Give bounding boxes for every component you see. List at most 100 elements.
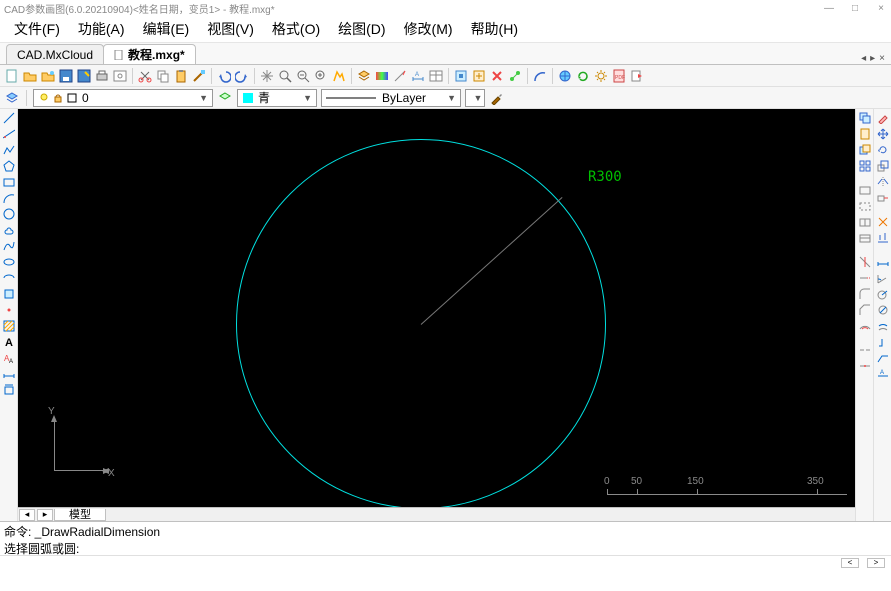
offset-icon[interactable]: [858, 319, 872, 333]
dim-aligned-icon[interactable]: [2, 383, 16, 397]
menu-draw[interactable]: 绘图(D): [330, 16, 393, 42]
copy-icon[interactable]: [155, 68, 171, 84]
rect4-icon[interactable]: [858, 231, 872, 245]
dim-dia-icon[interactable]: [876, 303, 890, 317]
hatch2-icon[interactable]: [2, 319, 16, 333]
menu-help[interactable]: 帮助(H): [463, 16, 526, 42]
insert-block-icon[interactable]: [2, 287, 16, 301]
cut-icon[interactable]: [137, 68, 153, 84]
dim-arc-icon[interactable]: [876, 319, 890, 333]
menu-file[interactable]: 文件(F): [6, 16, 68, 42]
break-icon[interactable]: [858, 343, 872, 357]
arc-icon[interactable]: [2, 191, 16, 205]
drawing-canvas[interactable]: R300 Y X 0 50 150 350: [18, 109, 855, 507]
join-icon[interactable]: [858, 359, 872, 373]
dim-rad-icon[interactable]: [876, 287, 890, 301]
menu-func[interactable]: 功能(A): [70, 16, 133, 42]
save-icon[interactable]: [58, 68, 74, 84]
block-icon[interactable]: [453, 68, 469, 84]
color-combo[interactable]: 青 ▼: [237, 89, 317, 107]
dim-edit-icon[interactable]: A: [876, 367, 890, 381]
stretch-icon[interactable]: [876, 191, 890, 205]
tab-cad-mxcloud[interactable]: CAD.MxCloud: [6, 44, 104, 64]
undo-icon[interactable]: [216, 68, 232, 84]
settings-icon[interactable]: [593, 68, 609, 84]
export-icon[interactable]: [629, 68, 645, 84]
circle-icon[interactable]: [2, 207, 16, 221]
polyline-icon[interactable]: [2, 143, 16, 157]
brush-icon[interactable]: [489, 90, 505, 106]
zoom-prev-icon[interactable]: [295, 68, 311, 84]
scale-icon[interactable]: [876, 159, 890, 173]
table-icon[interactable]: [428, 68, 444, 84]
rect3-icon[interactable]: [858, 215, 872, 229]
mirror-icon[interactable]: [876, 175, 890, 189]
open-cloud-icon[interactable]: [40, 68, 56, 84]
print-icon[interactable]: [94, 68, 110, 84]
rotate-icon[interactable]: [876, 143, 890, 157]
layer-stack-icon[interactable]: [4, 90, 20, 106]
zoom-window-icon[interactable]: [277, 68, 293, 84]
array-icon[interactable]: [858, 159, 872, 173]
text-icon[interactable]: A: [2, 335, 16, 349]
maximize-button[interactable]: □: [849, 3, 861, 14]
tab-nav-right[interactable]: ▸: [870, 53, 875, 64]
revcloud-icon[interactable]: [2, 223, 16, 237]
mtext-icon[interactable]: AA: [2, 351, 16, 365]
polygon-icon[interactable]: [2, 159, 16, 173]
menu-modify[interactable]: 修改(M): [396, 16, 461, 42]
hatch-icon[interactable]: [392, 68, 408, 84]
rectangle-icon[interactable]: [2, 175, 16, 189]
erase-icon[interactable]: [876, 111, 890, 125]
rect-dash-icon[interactable]: [858, 199, 872, 213]
match-icon[interactable]: [191, 68, 207, 84]
copyclip-icon[interactable]: [858, 143, 872, 157]
trim-icon[interactable]: [858, 255, 872, 269]
redo-icon[interactable]: [234, 68, 250, 84]
point-icon[interactable]: [2, 303, 16, 317]
copy2-icon[interactable]: [858, 111, 872, 125]
menu-edit[interactable]: 编辑(E): [135, 16, 198, 42]
minimize-button[interactable]: —: [823, 3, 835, 14]
linetype-combo[interactable]: ByLayer ▼: [321, 89, 461, 107]
pan-icon[interactable]: [259, 68, 275, 84]
dim-ord-icon[interactable]: [876, 335, 890, 349]
xline-icon[interactable]: [2, 127, 16, 141]
radius-dimension-text[interactable]: R300: [588, 169, 622, 185]
explode-icon[interactable]: [876, 215, 890, 229]
paste2-icon[interactable]: [858, 127, 872, 141]
leader-icon[interactable]: [876, 351, 890, 365]
delete-icon[interactable]: [489, 68, 505, 84]
preview-icon[interactable]: [112, 68, 128, 84]
tab-nav-left[interactable]: ◂: [861, 53, 866, 64]
pdf-icon[interactable]: PDF: [611, 68, 627, 84]
gradient-icon[interactable]: [374, 68, 390, 84]
line-icon[interactable]: [2, 111, 16, 125]
paste-icon[interactable]: [173, 68, 189, 84]
layer-prev-icon[interactable]: [217, 90, 233, 106]
arc-tool-icon[interactable]: [532, 68, 548, 84]
ellipse-arc-icon[interactable]: [2, 271, 16, 285]
sheet-next-button[interactable]: ▸: [37, 509, 53, 521]
sheet-prev-button[interactable]: ◂: [19, 509, 35, 521]
refresh2-icon[interactable]: [575, 68, 591, 84]
chamfer-icon[interactable]: [858, 303, 872, 317]
menu-view[interactable]: 视图(V): [199, 16, 262, 42]
open-icon[interactable]: [22, 68, 38, 84]
node-icon[interactable]: [507, 68, 523, 84]
lineweight-combo[interactable]: ▼: [465, 89, 485, 107]
dim-lin-icon[interactable]: [876, 255, 890, 269]
tab-nav-close[interactable]: ×: [879, 53, 885, 64]
scroll-left-button[interactable]: <: [841, 558, 859, 568]
dim-linear-icon[interactable]: [2, 367, 16, 381]
dimstyle-icon[interactable]: A: [410, 68, 426, 84]
insert-icon[interactable]: [471, 68, 487, 84]
spline-icon[interactable]: [2, 239, 16, 253]
saveas-icon[interactable]: [76, 68, 92, 84]
align-icon[interactable]: [876, 231, 890, 245]
model-tab[interactable]: 模型: [54, 509, 106, 521]
globe-icon[interactable]: [557, 68, 573, 84]
extend-icon[interactable]: [858, 271, 872, 285]
new-icon[interactable]: [4, 68, 20, 84]
refresh-icon[interactable]: [331, 68, 347, 84]
